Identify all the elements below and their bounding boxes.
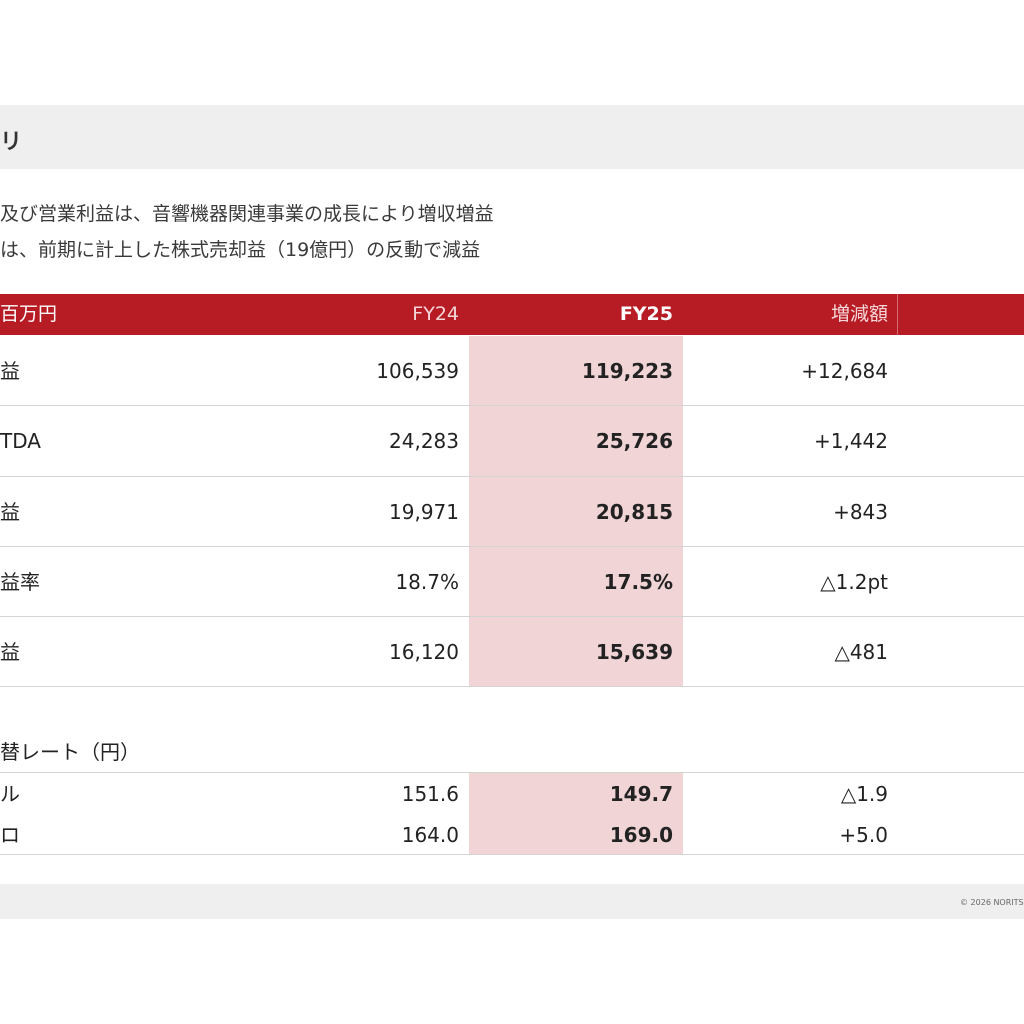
table-row: TDA 24,283 25,726 +1,442 (0, 406, 1024, 476)
row-label: 益率 (0, 570, 40, 594)
row-fy25: 15,639 (595, 640, 673, 664)
table-row: 益 106,539 119,223 +12,684 (0, 336, 1024, 406)
header-separator (897, 294, 898, 335)
summary-line-1: 及び営業利益は、音響機器関連事業の成長により増収増益 (0, 203, 494, 225)
row-fy25: 20,815 (595, 500, 673, 524)
fx-row: ル 151.6 149.7 △1.9 (0, 773, 1024, 815)
row-fy25: 25,726 (595, 429, 673, 453)
page-title: リ (0, 130, 23, 155)
header-fy25: FY25 (619, 303, 673, 325)
row-diff: +843 (833, 500, 888, 524)
row-fy24: 18.7% (395, 570, 459, 594)
row-diff: +1,442 (813, 429, 888, 453)
row-label: 益 (0, 359, 20, 383)
summary-line-2: は、前期に計上した株式売却益（19億円）の反動で減益 (0, 239, 481, 261)
fx-row: ロ 164.0 169.0 +5.0 (0, 814, 1024, 856)
fx-section-title: 替レート（円） (0, 740, 140, 764)
table-header: 百万円 FY24 FY25 増減額 (0, 294, 1024, 335)
fx-label: ロ (0, 823, 20, 847)
row-fy24: 16,120 (389, 640, 459, 664)
fx-fy25: 149.7 (609, 782, 673, 806)
row-fy25: 119,223 (581, 359, 673, 383)
row-diff: △481 (834, 640, 888, 664)
fx-diff: +5.0 (839, 823, 888, 847)
header-unit: 百万円 (0, 303, 58, 325)
header-diff: 増減額 (830, 303, 888, 325)
fx-label: ル (0, 782, 20, 806)
row-fy24: 19,971 (389, 500, 459, 524)
row-fy24: 24,283 (389, 429, 459, 453)
row-fy25: 17.5% (603, 570, 673, 594)
fx-fy24: 151.6 (401, 782, 459, 806)
fx-fy24: 164.0 (401, 823, 459, 847)
fx-bottom-rule (0, 854, 1024, 855)
table-row: 益 16,120 15,639 △481 (0, 617, 1024, 687)
row-diff: +12,684 (801, 359, 888, 383)
title-bar (0, 105, 1024, 169)
summary-text: 及び営業利益は、音響機器関連事業の成長により増収増益 は、前期に計上した株式売却… (0, 196, 494, 268)
header-fy24: FY24 (412, 303, 459, 325)
row-divider (0, 686, 1024, 687)
row-diff: △1.2pt (820, 570, 888, 594)
table-row: 益率 18.7% 17.5% △1.2pt (0, 547, 1024, 617)
footer-bar (0, 884, 1024, 919)
copyright-text: © 2026 NORITS (960, 898, 1024, 907)
row-label: TDA (0, 429, 41, 453)
row-label: 益 (0, 500, 20, 524)
table-row: 益 19,971 20,815 +843 (0, 477, 1024, 547)
fx-fy25: 169.0 (609, 823, 673, 847)
fx-diff: △1.9 (840, 782, 888, 806)
row-label: 益 (0, 640, 20, 664)
row-fy24: 106,539 (376, 359, 459, 383)
